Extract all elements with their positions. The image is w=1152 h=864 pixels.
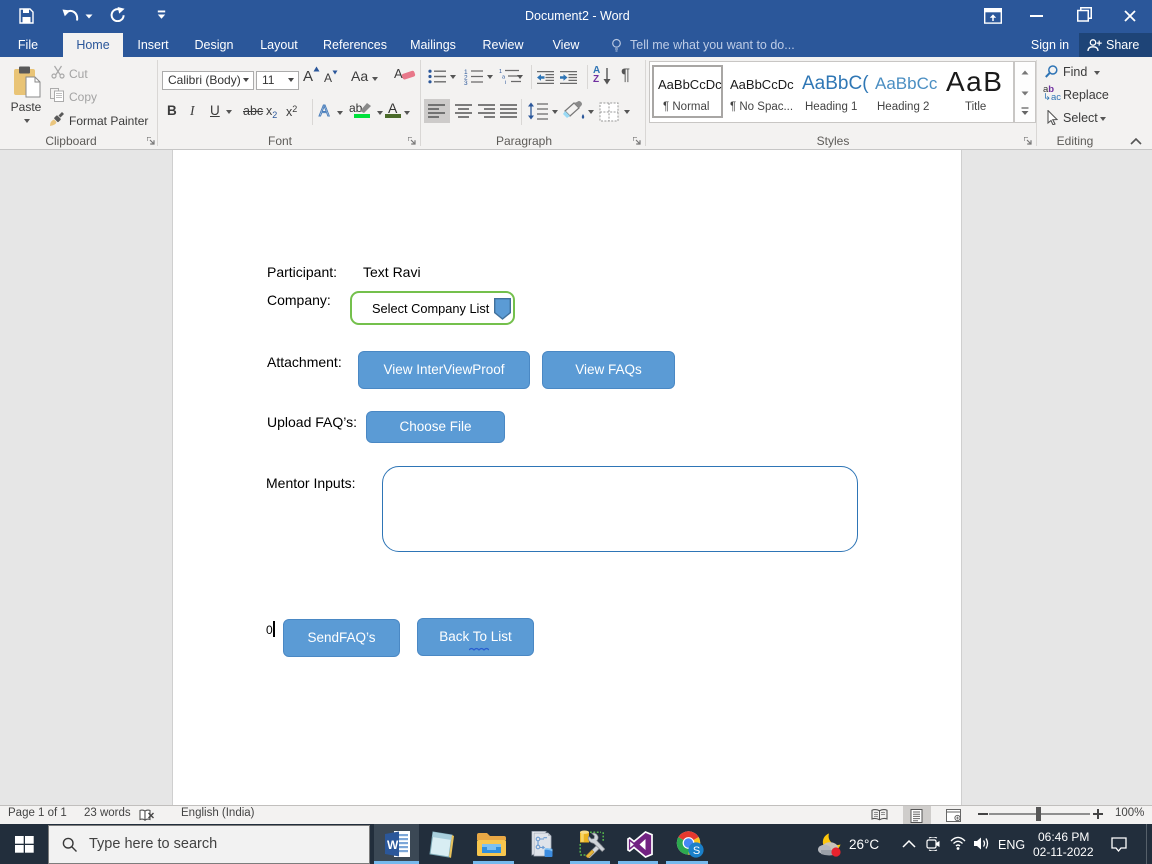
svg-text:S: S [693, 845, 700, 857]
svg-text:W: W [387, 838, 399, 852]
svg-text:i: i [505, 80, 506, 85]
svg-text:A: A [319, 103, 330, 119]
svg-text:3: 3 [464, 80, 468, 85]
